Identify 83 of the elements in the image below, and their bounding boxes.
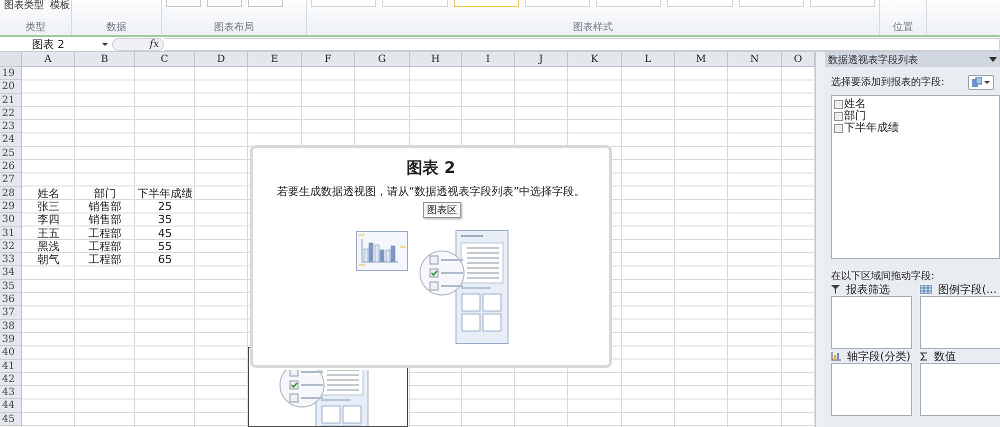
table-cell-text: 工程部: [88, 240, 122, 254]
column-header[interactable]: L: [622, 52, 675, 67]
row-header[interactable]: 28: [0, 186, 22, 200]
column-header[interactable]: D: [195, 52, 248, 67]
row-header[interactable]: 33: [0, 253, 22, 266]
column-header[interactable]: O: [782, 52, 815, 67]
column-header[interactable]: M: [675, 52, 728, 67]
row-header[interactable]: 20: [0, 80, 22, 94]
row-header[interactable]: 21: [0, 94, 22, 107]
field-label[interactable]: 部门: [844, 110, 866, 122]
field-label[interactable]: 姓名: [844, 98, 866, 110]
row-header[interactable]: 19: [0, 67, 22, 80]
column-header[interactable]: F: [302, 52, 355, 67]
row-header[interactable]: 29: [0, 200, 22, 214]
table-cell-text: 李四: [36, 213, 60, 227]
row-header[interactable]: 32: [0, 240, 22, 254]
field-label[interactable]: 下半年成绩: [844, 122, 899, 134]
column-header[interactable]: H: [410, 52, 462, 67]
table-cell-text: 45: [157, 226, 173, 240]
row-header[interactable]: 44: [0, 399, 22, 413]
column-header[interactable]: A: [22, 52, 75, 67]
drag-label: 在以下区域间拖动字段:: [831, 271, 934, 282]
table-cell-text: 下半年成绩: [136, 186, 194, 200]
area-label: 报表筛选: [846, 282, 890, 297]
group-label: 图表样式: [573, 20, 613, 34]
choose-label: 选择要添加到报表的字段:: [831, 76, 944, 89]
row-header[interactable]: 40: [0, 346, 22, 360]
chart-placeholder[interactable]: 图表 2 若要生成数据透视图，请从“数据透视表字段列表”中选择字段。 图表区: [250, 145, 612, 368]
row-header[interactable]: 24: [0, 133, 22, 147]
column-header[interactable]: K: [568, 52, 622, 67]
column-header[interactable]: I: [462, 52, 515, 67]
table-cell-text: 销售部: [88, 213, 122, 227]
area-label: 数值: [934, 349, 956, 364]
row-header[interactable]: 22: [0, 106, 22, 120]
tooltip: 图表区: [423, 202, 461, 218]
chart-title: 图表 2: [406, 158, 456, 178]
row-header[interactable]: 30: [0, 213, 22, 227]
row-header[interactable]: 27: [0, 173, 22, 187]
row-header[interactable]: 38: [0, 320, 22, 333]
column-header[interactable]: C: [135, 52, 195, 67]
table-cell-text: 朝气: [36, 253, 60, 266]
table-cell-text: 35: [157, 213, 173, 227]
table-cell-text: 55: [157, 240, 173, 254]
ribbon-button[interactable]: 图表类型: [4, 0, 44, 12]
column-header[interactable]: J: [515, 52, 568, 67]
row-header[interactable]: 23: [0, 120, 22, 134]
row-header[interactable]: 43: [0, 386, 22, 400]
row-header[interactable]: 37: [0, 306, 22, 320]
area-label: 图例字段(...: [938, 282, 997, 297]
row-header[interactable]: 34: [0, 266, 22, 280]
table-cell-text: 工程部: [88, 226, 122, 240]
group-label: 类型: [26, 20, 46, 34]
table-cell-text: 25: [157, 200, 173, 214]
row-header[interactable]: 39: [0, 332, 22, 346]
column-header[interactable]: B: [75, 52, 135, 67]
table-cell-text: 黑浅: [36, 240, 60, 254]
group-label: 图表布局: [214, 20, 254, 34]
table-cell-text: 姓名: [36, 186, 60, 200]
column-header[interactable]: E: [248, 52, 302, 67]
panel-title: 数据透视表字段列表: [828, 54, 918, 66]
row-header[interactable]: 36: [0, 293, 22, 306]
name-box[interactable]: 图表 2: [0, 38, 112, 50]
column-header[interactable]: G: [355, 52, 410, 67]
row-header[interactable]: 42: [0, 372, 22, 386]
row-header[interactable]: 26: [0, 160, 22, 174]
table-cell-text: 张三: [36, 200, 60, 214]
ribbon-button[interactable]: 模板: [50, 0, 70, 12]
table-cell-text: 65: [157, 253, 173, 266]
table-cell-text: 销售部: [88, 200, 122, 214]
row-header[interactable]: 41: [0, 360, 22, 373]
table-cell-text: 王五: [36, 226, 60, 240]
row-header[interactable]: 25: [0, 146, 22, 160]
area-label: 轴字段(分类): [847, 349, 911, 364]
row-header[interactable]: 45: [0, 412, 22, 426]
group-label: 位置: [893, 20, 913, 34]
table-cell-text: 工程部: [88, 253, 122, 266]
group-label: 数据: [106, 21, 126, 34]
row-header[interactable]: 35: [0, 280, 22, 294]
function-button[interactable]: fx: [112, 38, 164, 50]
row-header[interactable]: 31: [0, 226, 22, 240]
chart-message: 若要生成数据透视图，请从“数据透视表字段列表”中选择字段。: [276, 184, 586, 199]
table-cell-text: 部门: [93, 186, 117, 200]
column-header[interactable]: N: [728, 52, 782, 67]
